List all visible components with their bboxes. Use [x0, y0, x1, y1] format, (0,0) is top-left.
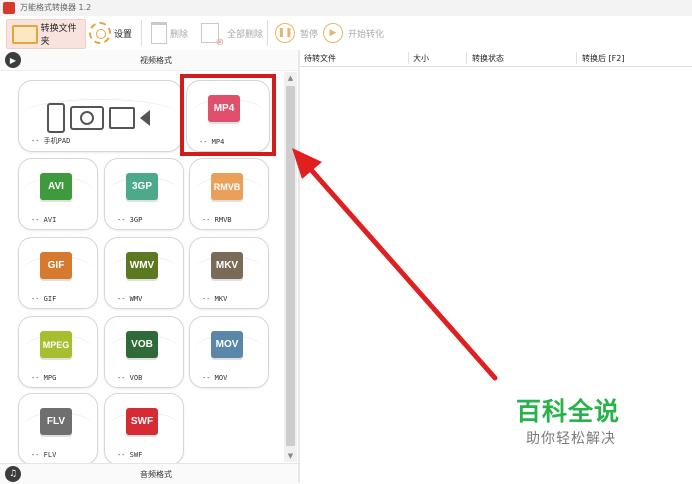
scroll-down-arrow-icon[interactable]: ▼	[284, 450, 297, 462]
tile-label: -- FLV	[31, 451, 57, 459]
delete-all-label: 全部删除	[227, 29, 264, 40]
column-divider[interactable]	[466, 52, 467, 64]
tile-avi[interactable]: AVI -- AVI	[18, 158, 98, 230]
rmvb-format-icon: RMVB	[211, 173, 243, 200]
trash-icon	[151, 22, 167, 44]
toolbar-divider	[267, 20, 268, 46]
tile-rmvb[interactable]: RMVB -- RMVB	[189, 158, 269, 230]
tile-label: -- WMV	[117, 295, 143, 303]
mpeg-format-icon: MPEG	[40, 331, 72, 358]
tile-label: -- RMVB	[202, 216, 232, 224]
tile-mpeg[interactable]: MPEG -- MPG	[18, 316, 98, 388]
video-lens-icon	[140, 110, 150, 126]
start-convert-button[interactable]: ▶ 开始转化	[323, 19, 389, 47]
format-scrollbar[interactable]: ▲ ▼	[284, 72, 297, 462]
watermark-title: 百科全说	[516, 397, 621, 426]
tile-gif[interactable]: GIF -- GIF	[18, 237, 98, 309]
column-header-status[interactable]: 转换状态	[472, 53, 504, 64]
avi-format-icon: AVI	[40, 173, 72, 200]
gif-format-icon: GIF	[40, 252, 72, 279]
start-convert-label: 开始转化	[348, 29, 385, 40]
toolbar: 转换文件夹 设置 删除 全部删除 ❚❚ 暂停 ▶ 开始转化	[0, 16, 692, 50]
convert-folder-label: 转换文件夹	[40, 24, 77, 47]
tile-label: -- 手机PAD	[31, 137, 71, 145]
gear-icon	[89, 22, 111, 44]
title-bar: 万能格式转换器 1.2	[0, 0, 692, 16]
arrow-shaft	[303, 161, 498, 381]
3gp-format-icon: 3GP	[126, 173, 158, 200]
convert-folder-button[interactable]: 转换文件夹	[6, 19, 86, 49]
app-logo-icon	[3, 2, 15, 14]
column-divider[interactable]	[408, 52, 409, 64]
tile-label: -- SWF	[117, 451, 143, 459]
watermark-subtitle: 助你轻松解决	[526, 431, 616, 447]
tile-flv[interactable]: FLV -- FLV	[18, 393, 98, 463]
window-title: 万能格式转换器 1.2	[20, 3, 92, 12]
video-camera-icon	[109, 107, 135, 129]
pause-label: 暂停	[300, 29, 319, 40]
flv-format-icon: FLV	[40, 408, 72, 435]
tile-phone-pad[interactable]: -- 手机PAD	[18, 80, 182, 152]
audio-format-title: 音频格式	[140, 470, 172, 479]
settings-button[interactable]: 设置	[89, 19, 135, 47]
pause-button[interactable]: ❚❚ 暂停	[275, 19, 319, 47]
file-table-header: 待转文件 大小 转换状态 转换后 [F2]	[300, 50, 692, 67]
delete-all-button[interactable]: 全部删除	[201, 19, 264, 48]
folder-icon	[12, 24, 38, 44]
video-format-header[interactable]: ▶ 视频格式	[0, 50, 298, 71]
watermark: 百科全说 助你轻松解决	[516, 392, 646, 452]
tile-swf[interactable]: SWF -- SWF	[104, 393, 184, 463]
tile-label: -- MPG	[31, 374, 57, 382]
tile-wmv[interactable]: WMV -- WMV	[104, 237, 184, 309]
mkv-format-icon: MKV	[211, 252, 243, 279]
phone-icon	[47, 103, 65, 133]
tile-mov[interactable]: MOV -- MOV	[189, 316, 269, 388]
tile-label: -- MOV	[202, 374, 228, 382]
scroll-up-arrow-icon[interactable]: ▲	[284, 72, 297, 84]
mov-format-icon: MOV	[211, 331, 243, 358]
settings-label: 设置	[114, 29, 133, 40]
swf-format-icon: SWF	[126, 408, 158, 435]
column-header-size[interactable]: 大小	[413, 53, 429, 64]
column-divider[interactable]	[576, 52, 577, 64]
panel-divider[interactable]	[298, 50, 300, 483]
tile-vob[interactable]: VOB -- VOB	[104, 316, 184, 388]
device-icons	[47, 103, 150, 133]
toolbar-divider	[141, 20, 142, 46]
audio-format-header[interactable]: ♫ 音频格式	[0, 463, 298, 484]
column-header-converted[interactable]: 转换后 [F2]	[582, 53, 624, 64]
tile-label: -- MKV	[202, 295, 228, 303]
music-note-icon: ♫	[5, 466, 21, 482]
tile-mkv[interactable]: MKV -- MKV	[189, 237, 269, 309]
delete-button[interactable]: 删除	[151, 19, 193, 47]
tile-label: -- GIF	[31, 295, 57, 303]
camera-icon	[70, 106, 104, 130]
trash-all-icon	[201, 23, 224, 48]
tile-3gp[interactable]: 3GP -- 3GP	[104, 158, 184, 230]
play-icon: ▶	[323, 23, 343, 43]
tile-label: -- 3GP	[117, 216, 143, 224]
video-format-title: 视频格式	[140, 56, 172, 65]
tile-label: -- AVI	[31, 216, 57, 224]
tile-label: -- VOB	[117, 374, 143, 382]
delete-label: 删除	[170, 29, 189, 40]
pause-icon: ❚❚	[275, 23, 295, 43]
column-header-pending-file[interactable]: 待转文件	[304, 53, 336, 64]
vob-format-icon: VOB	[126, 331, 158, 358]
play-circle-icon: ▶	[5, 52, 21, 68]
scrollbar-thumb[interactable]	[286, 86, 295, 446]
wmv-format-icon: WMV	[126, 252, 158, 279]
mp4-highlight-box	[180, 74, 276, 156]
